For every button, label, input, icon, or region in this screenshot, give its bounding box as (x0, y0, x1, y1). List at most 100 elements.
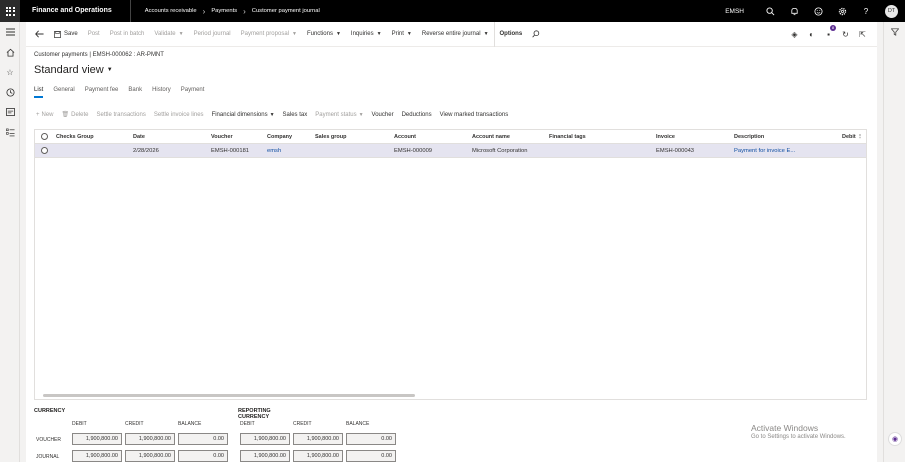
cell-date[interactable]: 2/28/2026 (130, 148, 208, 154)
breadcrumb-accounts-receivable[interactable]: Accounts receivable (145, 8, 197, 14)
table-row[interactable]: 2/28/2026 EMSH-000181 emsh EMSH-000009 M… (35, 144, 866, 158)
notification-count: 8 (830, 25, 836, 31)
col-voucher[interactable]: Voucher (208, 134, 264, 140)
modules-list-icon[interactable] (0, 122, 20, 142)
home-icon[interactable] (0, 42, 20, 62)
reporting-col-debit: DEBIT (240, 421, 255, 427)
tab-bank[interactable]: Bank (128, 87, 142, 98)
col-account[interactable]: Account (391, 134, 469, 140)
tab-list[interactable]: List (34, 87, 44, 98)
grid-header: Checks Group Date Voucher Company Sales … (35, 130, 866, 144)
currency-row-voucher: VOUCHER (36, 437, 62, 443)
copilot-icon[interactable]: ◉ (888, 432, 902, 446)
gear-icon[interactable] (830, 0, 854, 22)
currency-journal-balance: 0.00 (178, 450, 228, 462)
filter-icon[interactable] (884, 22, 905, 42)
chevron-down-icon: ▼ (269, 111, 275, 118)
view-marked-transactions-button[interactable]: View marked transactions (436, 112, 513, 118)
inquiries-menu[interactable]: Inquiries ▼ (346, 22, 387, 47)
breadcrumb-customer-payment-journal[interactable]: Customer payment journal (252, 8, 320, 14)
action-pane: Save Post Post in batch Validate ▼ Period… (26, 21, 877, 47)
help-icon[interactable]: ? (854, 0, 878, 22)
print-menu[interactable]: Print ▼ (387, 22, 417, 47)
col-company[interactable]: Company (264, 134, 312, 140)
reverse-entire-journal-menu[interactable]: Reverse entire journal ▼ (417, 22, 494, 47)
bell-icon[interactable] (782, 0, 806, 22)
post-in-batch-button[interactable]: Post in batch (105, 22, 150, 47)
search-icon[interactable] (758, 0, 782, 22)
reporting-col-credit: CREDIT (293, 421, 312, 427)
col-checks-group[interactable]: Checks Group (53, 134, 130, 140)
voucher-button[interactable]: Voucher (368, 112, 398, 118)
cell-invoice[interactable]: EMSH-000043 (653, 148, 731, 154)
tab-general[interactable]: General (53, 87, 74, 98)
new-button[interactable]: + New (32, 112, 58, 118)
chevron-down-icon: ▼ (376, 31, 382, 37)
col-debit[interactable]: Debit ⋮ (839, 134, 864, 140)
column-menu-icon[interactable]: ⋮ (857, 134, 863, 140)
refresh-icon[interactable]: ↻ (837, 30, 854, 39)
validate-menu[interactable]: Validate ▼ (149, 22, 188, 47)
diamond-icon[interactable]: ◈ (786, 30, 803, 39)
cell-account[interactable]: EMSH-000009 (391, 148, 469, 154)
clock-recent-icon[interactable] (0, 82, 20, 102)
sales-tax-button[interactable]: Sales tax (279, 112, 312, 118)
col-financial-tags[interactable]: Financial tags (546, 134, 653, 140)
settle-invoice-lines-button[interactable]: Settle invoice lines (150, 112, 208, 118)
chevron-right-icon: › (202, 6, 206, 16)
smiley-feedback-icon[interactable] (806, 0, 830, 22)
tab-payment-fee[interactable]: Payment fee (85, 87, 119, 98)
currency-col-debit: DEBIT (72, 421, 87, 427)
options-tab[interactable]: Options (493, 21, 528, 47)
post-button[interactable]: Post (83, 22, 105, 47)
avatar[interactable]: DT (885, 4, 898, 18)
financial-dimensions-menu[interactable]: Financial dimensions ▼ (208, 112, 279, 118)
validate-label: Validate (154, 31, 176, 37)
currency-col-credit: CREDIT (125, 421, 144, 427)
horizontal-scrollbar[interactable] (43, 394, 415, 397)
breadcrumb-payments[interactable]: Payments (211, 8, 237, 14)
row-select-radio[interactable] (35, 147, 53, 154)
office-icon[interactable]: ◐ (803, 30, 820, 39)
star-favorites-icon[interactable]: ☆ (0, 62, 20, 82)
functions-menu[interactable]: Functions ▼ (302, 22, 346, 47)
col-invoice[interactable]: Invoice (653, 134, 731, 140)
settle-transactions-button[interactable]: Settle transactions (93, 112, 150, 118)
cell-description[interactable]: Payment for invoice E... (731, 148, 839, 154)
notification-badge[interactable]: ▪ 8 (820, 25, 837, 39)
app-launcher-icon[interactable] (0, 0, 20, 22)
tab-history[interactable]: History (152, 87, 171, 98)
col-sales-group[interactable]: Sales group (312, 134, 391, 140)
tab-payment[interactable]: Payment (181, 87, 205, 98)
payment-proposal-menu[interactable]: Payment proposal ▼ (236, 22, 302, 47)
chevron-down-icon: ▼ (335, 31, 341, 37)
app-title[interactable]: Finance and Operations (20, 0, 131, 22)
deductions-button[interactable]: Deductions (398, 112, 436, 118)
activate-windows-watermark: Activate Windows Go to Settings to activ… (751, 423, 846, 440)
reporting-col-balance: BALANCE (346, 421, 370, 427)
action-search-icon[interactable] (527, 22, 545, 47)
period-journal-button[interactable]: Period journal (189, 22, 236, 47)
col-description[interactable]: Description (731, 134, 839, 140)
workspaces-icon[interactable] (0, 102, 20, 122)
plus-icon: + (36, 111, 40, 118)
col-date[interactable]: Date (130, 134, 208, 140)
chevron-down-icon: ▼ (358, 111, 364, 118)
select-all-radio[interactable] (35, 133, 53, 140)
payment-status-menu[interactable]: Payment status ▼ (311, 112, 367, 118)
company-picker[interactable]: EMSH (725, 8, 744, 15)
save-button[interactable]: Save (49, 22, 83, 47)
inquiries-label: Inquiries (350, 31, 374, 37)
view-selector[interactable]: Standard view ▼ (34, 64, 113, 76)
reporting-voucher-credit: 1,900,800.00 (293, 433, 343, 445)
open-new-window-icon[interactable]: ⇱ (854, 30, 871, 39)
col-account-name[interactable]: Account name (469, 134, 546, 140)
cell-voucher[interactable]: EMSH-000181 (208, 148, 264, 154)
chevron-down-icon: ▼ (406, 31, 412, 37)
chevron-down-icon: ▼ (178, 31, 184, 37)
back-button[interactable] (30, 22, 49, 47)
cell-account-name[interactable]: Microsoft Corporation (469, 148, 546, 154)
delete-button[interactable]: 🗑 Delete (58, 111, 93, 119)
hamburger-menu-icon[interactable] (0, 22, 20, 42)
cell-company[interactable]: emsh (264, 148, 312, 154)
